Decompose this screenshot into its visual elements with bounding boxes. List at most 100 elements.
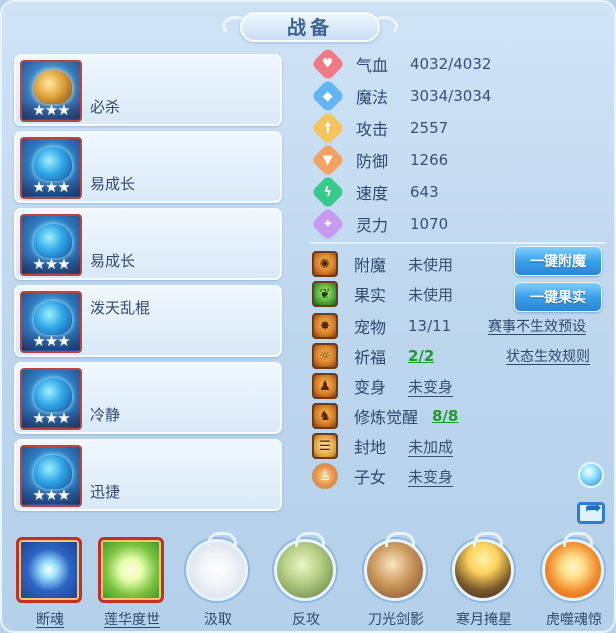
info-value[interactable]: 未变身 [408, 376, 453, 397]
skill-label: 莲华度世 [104, 612, 160, 628]
pet-card-5[interactable]: ★★★ 冷静 [14, 362, 282, 434]
sword-icon: † [311, 111, 345, 145]
info-value: 未使用 [408, 285, 454, 304]
awaken-icon: ♞ [312, 403, 338, 429]
info-name: 祈福 [354, 348, 387, 367]
stat-name: 攻击 [356, 120, 389, 139]
page-title: 战备 [286, 16, 333, 39]
pet-stars: ★★★ [22, 255, 80, 273]
status-rules-link[interactable]: 状态生效规则 [506, 346, 590, 366]
shield-icon: ▼ [311, 143, 345, 177]
one-click-enchant-button[interactable]: 一键附魔 [514, 246, 602, 276]
stat-name: 气血 [356, 56, 389, 75]
info-awaken: ♞ 修炼觉醒 8/8 [312, 402, 458, 430]
stat-name: 魔法 [356, 88, 389, 107]
moon-skill-icon [452, 532, 514, 601]
skill-slot-3[interactable]: 汲取 [180, 532, 256, 633]
stat-name: 防御 [356, 152, 389, 171]
skill-label: 虎噬魂惊 [546, 612, 602, 628]
scroll-icon: ☰ [312, 433, 338, 459]
info-name: 变身 [354, 378, 387, 397]
pet-card-3[interactable]: ★★★ 易成长 [14, 208, 282, 280]
info-value: 未使用 [408, 255, 454, 274]
stat-mp: ◆ 魔法 3034/3034 [311, 79, 492, 113]
divider [310, 242, 606, 244]
skill-label: 断魂 [36, 612, 64, 628]
share-icon [577, 495, 605, 524]
info-value[interactable]: 未变身 [408, 466, 453, 487]
pet-skill-label: 冷静 [90, 406, 121, 424]
skill-slot-5[interactable]: 刀光剑影 [358, 532, 434, 633]
blessing-icon: ☼ [312, 343, 338, 369]
enchant-icon: ✺ [312, 251, 338, 277]
pet-stars: ★★★ [22, 332, 80, 350]
stat-value: 1070 [410, 215, 449, 233]
title-ornament-right [370, 16, 398, 36]
info-name: 附魔 [354, 256, 387, 275]
stat-value: 4032/4032 [410, 55, 492, 73]
stat-defense: ▼ 防御 1266 [311, 143, 449, 177]
stat-name: 速度 [356, 184, 389, 203]
blue-helmet-pet-icon: ★★★ [20, 368, 82, 430]
refresh-globe-button[interactable] [576, 460, 606, 490]
title-banner: 战备 [222, 6, 398, 46]
info-value[interactable]: 未加成 [408, 436, 453, 457]
blue-serpent-pet-icon: ★★★ [20, 291, 82, 353]
info-child: ♙ 子女 未变身 [312, 462, 453, 490]
stat-hp: ♥ 气血 4032/4032 [311, 47, 492, 81]
stat-value: 643 [410, 183, 439, 201]
pet-card-1[interactable]: ★★★ 必杀 [14, 54, 282, 126]
pet-card-2[interactable]: ★★★ 易成长 [14, 131, 282, 203]
skill-slot-1[interactable]: 断魂 [12, 535, 88, 633]
lotus-hand-skill-icon [98, 537, 164, 603]
counter-skill-icon [274, 532, 336, 601]
drain-skill-icon [186, 532, 248, 601]
pet-skill-label: 泼天乱棍 [90, 299, 151, 317]
info-value[interactable]: 2/2 [408, 347, 434, 365]
info-pet: ✸ 宠物 13/11 [312, 312, 451, 340]
heart-icon: ♥ [311, 47, 345, 81]
skill-slot-4[interactable]: 反攻 [268, 532, 344, 633]
fruit-icon: ❦ [312, 281, 338, 307]
pet-icon: ✸ [312, 313, 338, 339]
skill-slot-2[interactable]: 莲华度世 [94, 535, 170, 633]
skill-slot-6[interactable]: 寒月掩星 [446, 532, 522, 633]
info-blessing: ☼ 祈福 2/2 [312, 342, 434, 370]
pet-skill-label: 易成长 [90, 252, 136, 270]
tournament-preset-link[interactable]: 赛事不生效预设 [488, 316, 586, 336]
pet-stars: ★★★ [22, 409, 80, 427]
golden-deer-pet-icon: ★★★ [20, 60, 82, 122]
pet-skill-label: 必杀 [90, 98, 121, 116]
tiger-skill-icon [542, 532, 604, 601]
transform-icon: ♟ [312, 373, 338, 399]
info-name: 果实 [354, 286, 387, 305]
skill-slot-7[interactable]: 虎噬魂惊 [536, 532, 612, 633]
pet-skill-label: 易成长 [90, 175, 136, 193]
skill-label: 反攻 [292, 612, 320, 628]
skill-label: 刀光剑影 [368, 612, 424, 628]
mana-icon: ◆ [311, 79, 345, 113]
pet-skill-label: 迅捷 [90, 483, 121, 501]
stat-value: 1266 [410, 151, 449, 169]
info-fruit: ❦ 果实 未使用 [312, 280, 453, 308]
share-button[interactable] [576, 495, 606, 528]
info-value: 13/11 [408, 317, 452, 335]
info-name: 子女 [354, 468, 387, 487]
pet-stars: ★★★ [22, 486, 80, 504]
stat-spirit: ✦ 灵力 1070 [311, 207, 449, 241]
info-enchant: ✺ 附魔 未使用 [312, 250, 453, 278]
stat-value: 2557 [410, 119, 449, 137]
pet-card-6[interactable]: ★★★ 迅捷 [14, 439, 282, 511]
info-seal: ☰ 封地 未加成 [312, 432, 453, 460]
stat-name: 灵力 [356, 216, 389, 235]
stat-value: 3034/3034 [410, 87, 492, 105]
pet-card-4[interactable]: ★★★ 泼天乱棍 [14, 285, 282, 357]
info-value[interactable]: 8/8 [432, 407, 458, 425]
one-click-fruit-button[interactable]: 一键果实 [514, 282, 602, 312]
info-transform: ♟ 变身 未变身 [312, 372, 453, 400]
spirit-icon: ✦ [311, 207, 345, 241]
pet-stars: ★★★ [22, 178, 80, 196]
blue-orb-skill-icon [16, 537, 82, 603]
skill-label: 寒月掩星 [456, 612, 512, 628]
stat-attack: † 攻击 2557 [311, 111, 449, 145]
